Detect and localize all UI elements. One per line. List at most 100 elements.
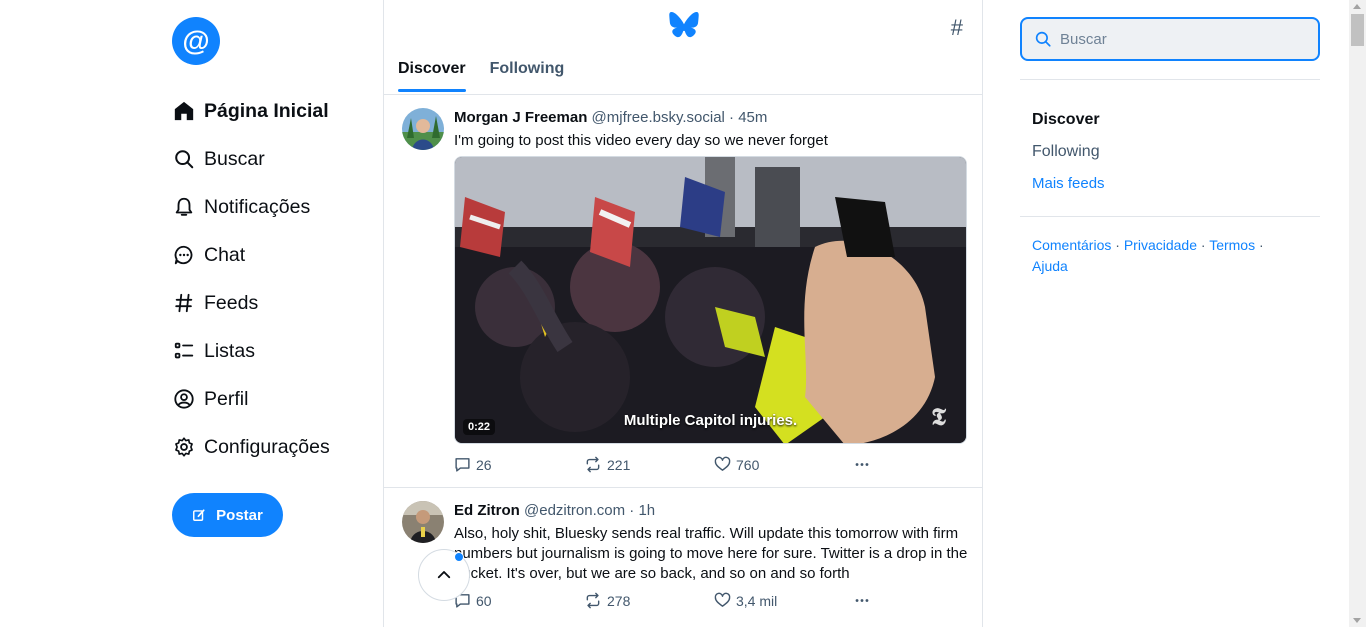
post-header: Morgan J Freeman @mjfree.bsky.social · 4…	[454, 109, 767, 126]
avatar[interactable]	[402, 501, 444, 543]
post-actions: 26 221 760	[454, 456, 877, 473]
feeds-hash-button[interactable]: #	[951, 15, 963, 41]
nav-item-feeds[interactable]: Feeds	[172, 279, 372, 327]
nav-label: Chat	[204, 243, 246, 266]
repost-count: 278	[607, 592, 631, 609]
nav-item-settings[interactable]: Configurações	[172, 423, 372, 471]
search-icon	[1035, 31, 1051, 47]
scroll-down-arrow[interactable]	[1353, 618, 1361, 623]
post-time: · 45m	[729, 109, 768, 126]
feed-tabs: Discover Following	[398, 60, 588, 92]
nav-label: Feeds	[204, 291, 259, 314]
terms-link[interactable]: Termos	[1209, 237, 1255, 253]
ellipsis-icon	[855, 463, 869, 466]
chevron-up-icon	[437, 571, 451, 579]
heart-icon	[714, 592, 731, 607]
reply-button[interactable]: 26	[454, 456, 584, 473]
nyt-logo-watermark: 𝕿	[931, 402, 946, 431]
author-handle[interactable]: @mjfree.bsky.social	[592, 109, 725, 126]
new-posts-indicator-dot	[454, 552, 464, 562]
post-text: Also, holy shit, Bluesky sends real traf…	[454, 525, 968, 582]
more-feeds-link[interactable]: Mais feeds	[1032, 168, 1308, 200]
repost-icon	[586, 456, 600, 473]
nav-item-notifications[interactable]: Notificações	[172, 183, 372, 231]
nav-label: Buscar	[204, 147, 265, 170]
reply-icon	[455, 458, 470, 472]
separator: ·	[1115, 237, 1120, 253]
nav-item-home[interactable]: Página Inicial	[172, 87, 372, 135]
compose-post-button[interactable]: Postar	[172, 493, 283, 537]
post-header: Ed Zitron @edzitron.com · 1h	[454, 502, 655, 519]
scrollbar-thumb[interactable]	[1351, 14, 1364, 46]
video-thumbnail	[455, 157, 966, 443]
feeds-list: Discover Following Mais feeds	[1020, 80, 1320, 200]
right-sidebar: Discover Following Mais feeds Comentário…	[1020, 17, 1320, 277]
chat-icon	[172, 243, 196, 267]
separator: ·	[1258, 237, 1264, 253]
tab-discover[interactable]: Discover	[398, 60, 466, 92]
list-icon	[172, 339, 196, 363]
feed-link-following[interactable]: Following	[1032, 136, 1308, 168]
page-scrollbar[interactable]	[1349, 0, 1366, 627]
main-feed-column: # Discover Following Morgan J Freeman @m…	[383, 0, 983, 627]
search-input[interactable]	[1060, 30, 1300, 48]
like-button[interactable]: 760	[714, 456, 852, 473]
author-handle[interactable]: @edzitron.com	[524, 502, 625, 519]
feed-link-discover[interactable]: Discover	[1032, 104, 1308, 136]
feed-post[interactable]: Ed Zitron @edzitron.com · 1h Also, holy …	[384, 488, 982, 627]
nav-label: Notificações	[204, 195, 311, 218]
at-sign-icon: @	[182, 25, 210, 56]
avatar[interactable]	[402, 108, 444, 150]
tab-following[interactable]: Following	[490, 60, 565, 92]
feed-header: # Discover Following	[384, 0, 982, 95]
separator: ·	[1200, 237, 1206, 253]
video-caption: Multiple Capitol injuries.	[623, 412, 798, 429]
like-count: 3,4 mil	[736, 592, 778, 609]
reply-button[interactable]: 60	[454, 592, 584, 609]
repost-icon	[586, 592, 600, 609]
repost-button[interactable]: 278	[584, 592, 714, 609]
repost-count: 221	[607, 456, 631, 473]
author-name[interactable]: Ed Zitron	[454, 502, 520, 519]
feedback-link[interactable]: Comentários	[1032, 237, 1111, 253]
nav-label: Listas	[204, 339, 255, 362]
scroll-up-arrow[interactable]	[1353, 4, 1361, 9]
reply-count: 26	[476, 456, 492, 473]
edit-icon	[193, 509, 205, 521]
bell-icon	[172, 195, 196, 219]
nav-label: Configurações	[204, 435, 330, 458]
ellipsis-icon	[855, 599, 869, 602]
bluesky-butterfly-icon[interactable]	[669, 12, 699, 38]
heart-icon	[714, 456, 731, 471]
user-circle-icon	[172, 387, 196, 411]
profile-avatar[interactable]: @	[172, 17, 220, 65]
like-button[interactable]: 3,4 mil	[714, 592, 852, 609]
nav-item-chat[interactable]: Chat	[172, 231, 372, 279]
video-player[interactable]: 0:22 Multiple Capitol injuries. 𝕿	[454, 156, 967, 444]
compose-post-label: Postar	[216, 506, 263, 524]
repost-button[interactable]: 221	[584, 456, 714, 473]
nav-label: Página Inicial	[204, 99, 329, 122]
post-time: · 1h	[629, 502, 656, 519]
gear-icon	[172, 435, 196, 459]
feed-post[interactable]: Morgan J Freeman @mjfree.bsky.social · 4…	[384, 95, 982, 488]
reply-count: 60	[476, 592, 492, 609]
nav-item-lists[interactable]: Listas	[172, 327, 372, 375]
nav-item-profile[interactable]: Perfil	[172, 375, 372, 423]
main-navigation: Página Inicial Buscar Notificações Chat …	[172, 87, 372, 471]
hash-icon	[172, 291, 196, 315]
post-text: I'm going to post this video every day s…	[454, 132, 828, 149]
home-icon	[172, 99, 196, 123]
author-name[interactable]: Morgan J Freeman	[454, 109, 587, 126]
like-count: 760	[736, 456, 760, 473]
nav-item-search[interactable]: Buscar	[172, 135, 372, 183]
search-icon	[172, 147, 196, 171]
post-actions: 60 278 3,4 mil	[454, 592, 877, 609]
more-options-button[interactable]	[852, 456, 877, 473]
left-sidebar: @ Página Inicial Buscar Notificações Cha…	[172, 17, 372, 537]
privacy-link[interactable]: Privacidade	[1124, 237, 1197, 253]
footer-links: Comentários · Privacidade · Termos · Aju…	[1020, 217, 1320, 277]
help-link[interactable]: Ajuda	[1032, 258, 1068, 274]
more-options-button[interactable]	[852, 592, 877, 609]
search-box[interactable]	[1020, 17, 1320, 61]
